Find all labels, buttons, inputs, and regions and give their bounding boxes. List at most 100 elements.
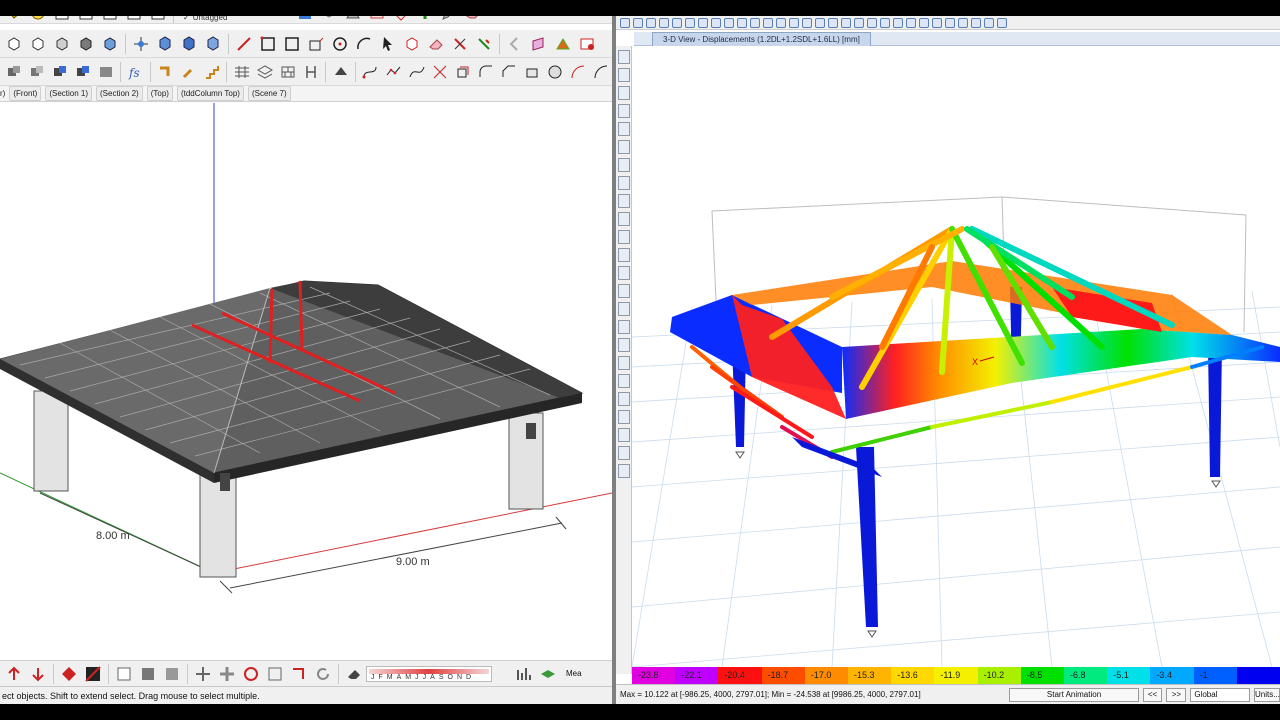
extrude-icon[interactable] — [522, 62, 541, 82]
get-previous-icon[interactable] — [617, 338, 630, 352]
pencil-icon[interactable] — [439, 16, 459, 23]
load-icon[interactable] — [945, 17, 955, 28]
house-icon-3[interactable] — [100, 16, 120, 23]
offset-icon[interactable] — [453, 62, 472, 82]
tape-tool-icon[interactable] — [450, 34, 470, 54]
rotate-tool-icon[interactable] — [241, 664, 261, 684]
draw-brace-icon[interactable] — [617, 140, 630, 154]
script-fx-icon[interactable]: fs — [126, 62, 145, 82]
move-tool-icon[interactable] — [193, 664, 213, 684]
follow-me-icon[interactable] — [474, 34, 494, 54]
paint-bucket-icon[interactable] — [4, 16, 24, 23]
diamond-red-icon[interactable] — [391, 16, 411, 23]
select-all-icon[interactable] — [880, 17, 890, 28]
sphere-icon[interactable] — [545, 62, 564, 82]
chamfer-icon[interactable] — [499, 62, 518, 82]
assign-fixed-icon[interactable] — [617, 410, 630, 424]
refresh-icon[interactable] — [313, 664, 333, 684]
curve-edit-icon[interactable] — [361, 62, 380, 82]
front-view-icon[interactable] — [179, 34, 199, 54]
tab-column-top[interactable]: (tddColumn Top) — [176, 86, 244, 101]
tab-section-1[interactable]: (Section 1) — [45, 86, 93, 101]
push-pull-icon[interactable] — [306, 34, 326, 54]
eraser-icon[interactable] — [463, 16, 483, 23]
display-options-icon[interactable] — [854, 17, 864, 28]
component-icon[interactable] — [295, 16, 315, 23]
view-3d-icon[interactable] — [763, 17, 773, 28]
quick-draw-frame-icon[interactable] — [617, 122, 630, 136]
wall-icon[interactable] — [278, 62, 297, 82]
draw-joint-icon[interactable] — [617, 86, 630, 100]
solid-subtract-icon[interactable] — [27, 62, 46, 82]
deformed-shape-icon[interactable] — [958, 17, 968, 28]
circle-tool-icon[interactable] — [330, 34, 350, 54]
select-all-side-icon[interactable] — [617, 320, 630, 334]
bezier-icon[interactable] — [407, 62, 426, 82]
forces-icon[interactable] — [971, 17, 981, 28]
cube-texture-icon[interactable] — [76, 34, 96, 54]
intersect-icon[interactable] — [617, 374, 630, 388]
cube-shaded-icon[interactable] — [52, 34, 72, 54]
top-view-icon[interactable] — [155, 34, 175, 54]
wrench-icon[interactable] — [179, 62, 198, 82]
view-tab-3d[interactable]: 3-D View - Displacements (1.2DL+1.2SDL+1… — [652, 32, 871, 46]
diamond-icon[interactable] — [59, 664, 79, 684]
back-arrow-icon[interactable] — [505, 34, 525, 54]
layers-icon[interactable] — [331, 62, 350, 82]
extension-icon[interactable] — [367, 16, 387, 23]
stress-icon[interactable] — [984, 17, 994, 28]
house-icon[interactable] — [52, 16, 72, 23]
square-mid-icon[interactable] — [162, 664, 182, 684]
draw-solid-icon[interactable] — [617, 248, 630, 262]
joint-icon[interactable] — [906, 17, 916, 28]
refresh-icon[interactable] — [867, 17, 877, 28]
next-step-button[interactable]: >> — [1166, 687, 1187, 702]
shell-icon[interactable] — [932, 17, 942, 28]
pointer-icon[interactable] — [685, 17, 695, 28]
outer-shell-icon[interactable] — [96, 62, 115, 82]
solid-trim-icon[interactable] — [50, 62, 69, 82]
view-xy-icon[interactable] — [776, 17, 786, 28]
house-icon-5[interactable] — [148, 16, 168, 23]
shadow-month-slider[interactable]: J F M A M J J A S O N D — [366, 665, 492, 682]
view-yz-icon[interactable] — [802, 17, 812, 28]
view-xz-icon[interactable] — [789, 17, 799, 28]
grid-array-icon[interactable] — [232, 62, 251, 82]
analysis-viewport[interactable]: X — [631, 47, 1280, 668]
design-icon[interactable] — [997, 17, 1007, 28]
draw-link-icon[interactable] — [617, 176, 630, 190]
assign-pinned-icon[interactable] — [617, 428, 630, 442]
cube-outline-icon[interactable] — [28, 34, 48, 54]
zoom-window-icon[interactable] — [737, 17, 747, 28]
tag-selector[interactable]: ✓ Untagged — [177, 16, 233, 25]
plus-green-icon[interactable] — [415, 16, 435, 23]
rotate-icon[interactable] — [815, 17, 825, 28]
lock-icon[interactable] — [633, 17, 643, 28]
eraser-small-icon[interactable] — [344, 664, 364, 684]
pan-icon[interactable] — [750, 17, 760, 28]
pan-tool-icon[interactable] — [217, 664, 237, 684]
shadow-toggle-icon[interactable] — [83, 664, 103, 684]
iso-view-icon[interactable] — [131, 34, 151, 54]
make-component-icon[interactable] — [402, 34, 422, 54]
rotated-rect-icon[interactable] — [282, 34, 302, 54]
draw-rect-area-icon[interactable] — [617, 212, 630, 226]
fillet-icon[interactable] — [476, 62, 495, 82]
select-pointer-icon[interactable] — [617, 50, 630, 64]
solid-union-icon[interactable] — [4, 62, 23, 82]
polyline-icon[interactable] — [384, 62, 403, 82]
tab-front[interactable]: (Front) — [9, 86, 42, 101]
grid-icon[interactable] — [893, 17, 903, 28]
square-grey-icon[interactable] — [138, 664, 158, 684]
chart-icon[interactable] — [514, 664, 534, 684]
pipe-icon[interactable] — [156, 62, 175, 82]
quick-area-icon[interactable] — [617, 230, 630, 244]
chair-icon[interactable] — [301, 62, 320, 82]
layers-green-icon[interactable] — [538, 664, 558, 684]
tape-measure-icon[interactable] — [28, 16, 48, 23]
eraser-tool-icon[interactable] — [426, 34, 446, 54]
tab-section-2[interactable]: (Section 2) — [96, 86, 143, 101]
run-icon[interactable] — [620, 17, 630, 28]
section-plane-icon[interactable] — [529, 34, 549, 54]
units-button[interactable]: Units... — [1253, 687, 1280, 702]
